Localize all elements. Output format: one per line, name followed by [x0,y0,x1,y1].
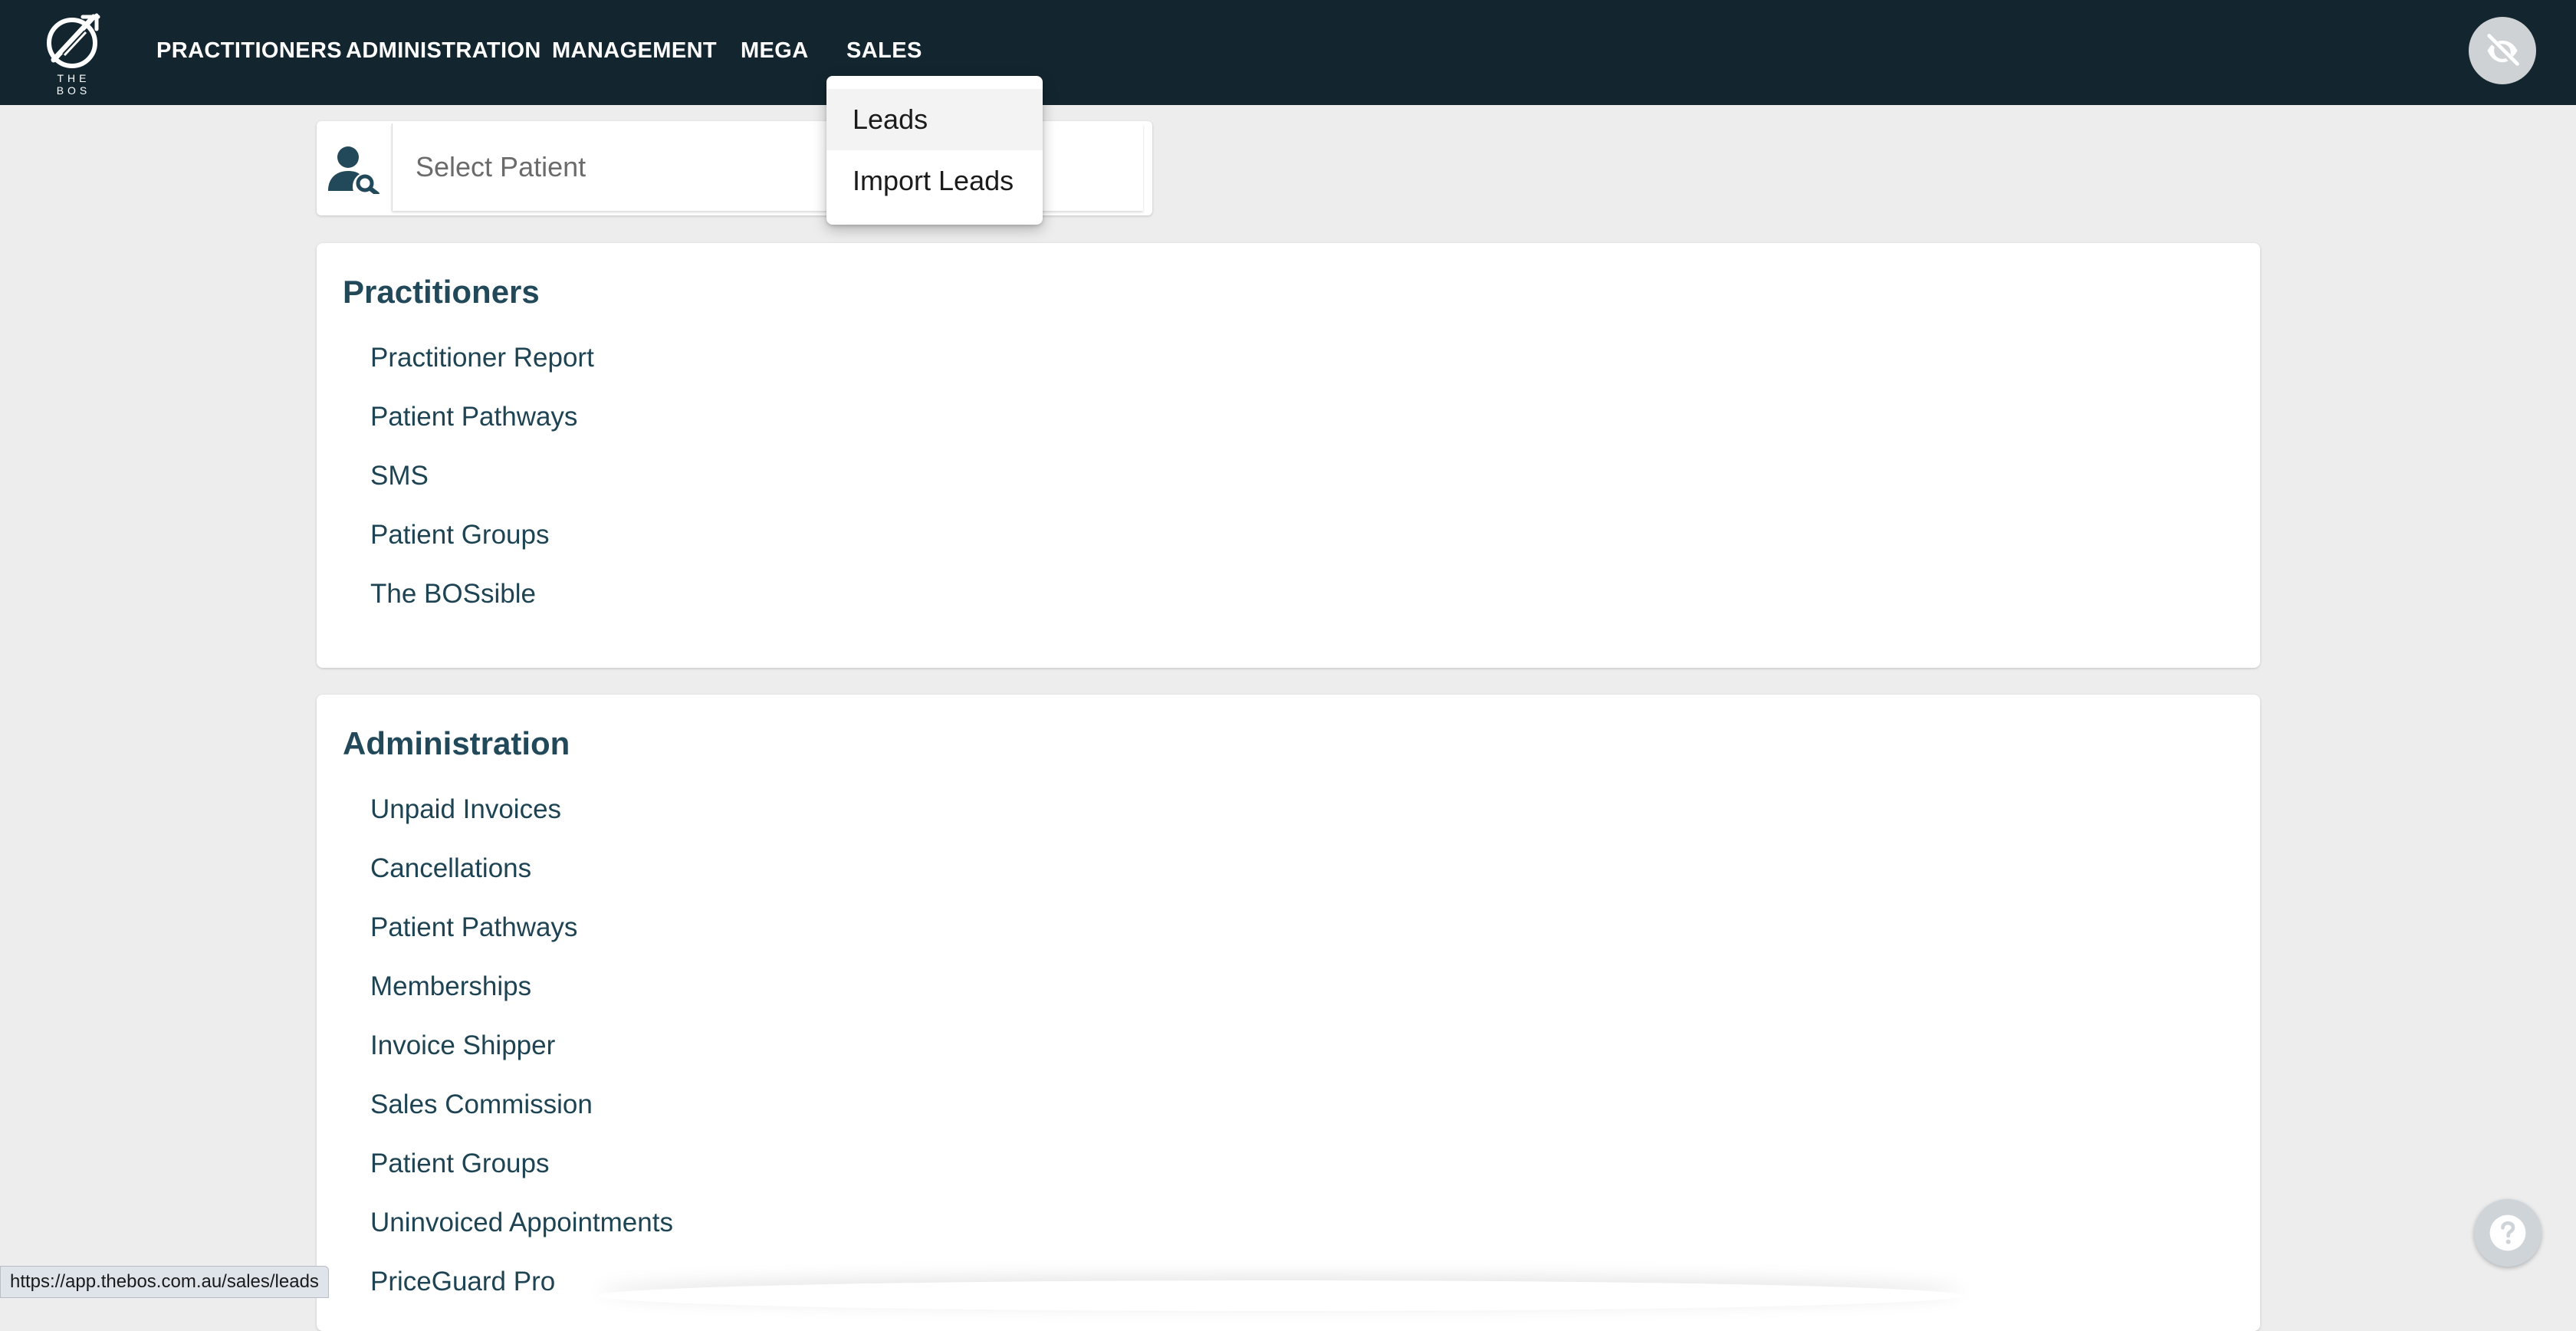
top-nav-bar: THE BOS PRACTITIONERS ADMINISTRATION MAN… [0,0,2576,105]
nav-mega[interactable]: MEGA [741,35,809,66]
nav-practitioners[interactable]: PRACTITIONERS [156,35,342,66]
bos-logo-icon [47,13,100,68]
administration-card: Administration Unpaid Invoices Cancellat… [317,695,2260,1331]
practitioners-title: Practitioners [343,274,540,310]
nav-management[interactable]: MANAGEMENT [552,35,717,66]
link-sales-commission[interactable]: Sales Commission [370,1089,593,1120]
link-the-bossible[interactable]: The BOSsible [370,579,536,610]
link-patient-pathways[interactable]: Patient Pathways [370,402,577,432]
nav-sales[interactable]: SALES [846,35,922,66]
practitioners-card: Practitioners Practitioner Report Patien… [317,243,2260,668]
link-patient-groups[interactable]: Patient Groups [370,1149,549,1179]
link-unpaid-invoices[interactable]: Unpaid Invoices [370,794,561,825]
link-practitioner-report[interactable]: Practitioner Report [370,343,594,373]
person-search-icon [317,121,390,215]
link-sms[interactable]: SMS [370,461,429,491]
link-cancellations[interactable]: Cancellations [370,853,531,884]
menu-item-leads[interactable]: Leads [826,89,1043,150]
eye-off-icon [2487,34,2519,66]
bos-logo[interactable]: THE BOS [38,11,109,97]
logo-text: THE BOS [56,72,91,97]
bottom-fade-shadow [598,1280,1963,1311]
link-invoice-shipper[interactable]: Invoice Shipper [370,1030,555,1061]
nav-administration[interactable]: ADMINISTRATION [346,35,541,66]
link-priceguard-pro[interactable]: PriceGuard Pro [370,1267,555,1297]
privacy-toggle-button[interactable] [2469,17,2536,84]
link-patient-groups[interactable]: Patient Groups [370,520,549,550]
menu-item-import-leads[interactable]: Import Leads [826,150,1043,212]
status-bar-url: https://app.thebos.com.au/sales/leads [0,1266,329,1298]
link-uninvoiced-appointments[interactable]: Uninvoiced Appointments [370,1208,673,1238]
administration-title: Administration [343,725,570,761]
sales-dropdown-menu: Leads Import Leads [826,76,1043,225]
help-button[interactable] [2474,1199,2542,1267]
link-patient-pathways[interactable]: Patient Pathways [370,912,577,943]
question-icon [2489,1214,2526,1251]
link-memberships[interactable]: Memberships [370,971,531,1002]
